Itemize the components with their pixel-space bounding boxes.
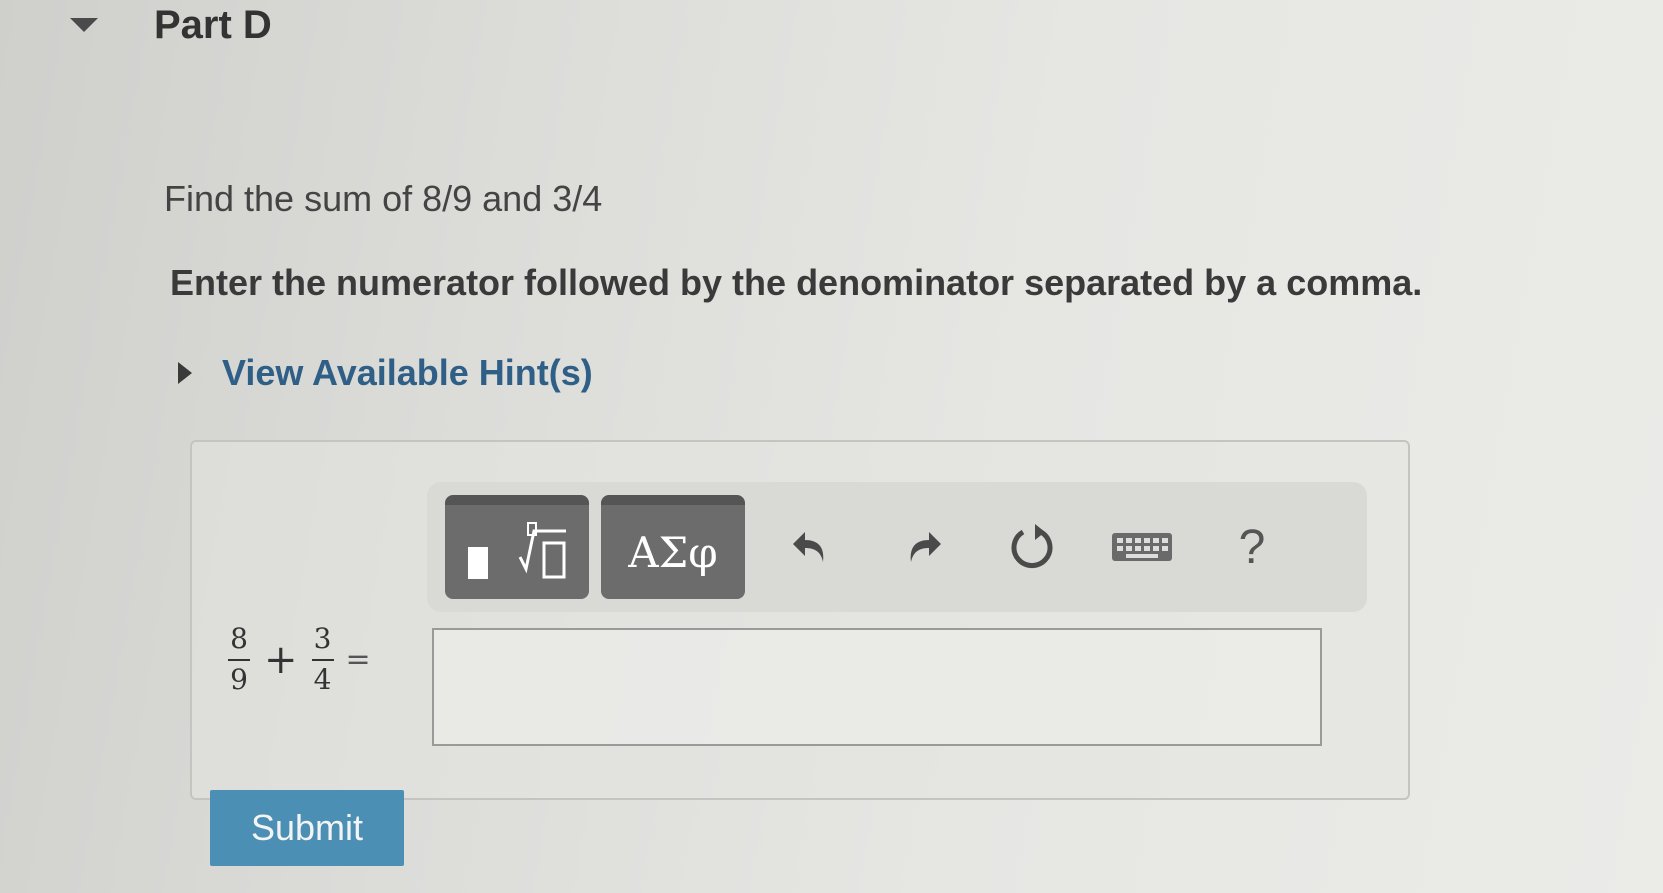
collapse-caret-icon[interactable] (70, 18, 98, 32)
answer-panel: ΑΣφ ? 8 9 + 3 4 = (190, 440, 1410, 800)
help-button[interactable]: ? (1197, 495, 1307, 599)
part-header[interactable]: Part D (70, 0, 272, 50)
hint-toggle[interactable]: View Available Hint(s) (178, 352, 593, 394)
fraction-bar (228, 658, 250, 661)
redo-icon (910, 532, 941, 562)
fraction-two-denominator: 4 (313, 662, 332, 696)
submit-button[interactable]: Submit (210, 790, 404, 866)
question-prompt: Find the sum of 8/9 and 3/4 (164, 178, 603, 219)
templates-button[interactable] (445, 495, 589, 599)
greek-symbols-button[interactable]: ΑΣφ (601, 495, 745, 599)
question-instruction: Enter the numerator followed by the deno… (170, 262, 1423, 303)
undo-button[interactable] (757, 495, 867, 599)
fraction-one-denominator: 9 (230, 662, 248, 696)
undo-icon (793, 532, 824, 562)
redo-button[interactable] (867, 495, 977, 599)
equation-expression: 8 9 + 3 4 = (228, 622, 371, 696)
reset-icon (1011, 524, 1053, 569)
fraction-one: 8 9 (228, 622, 250, 696)
equals-sign: = (345, 642, 371, 678)
hint-label: View Available Hint(s) (222, 352, 593, 393)
answer-input[interactable] (432, 628, 1322, 746)
greek-symbols-icon: ΑΣφ (628, 527, 718, 577)
keyboard-button[interactable] (1087, 495, 1197, 599)
math-toolbar: ΑΣφ ? (427, 482, 1367, 612)
expand-caret-icon (178, 362, 192, 384)
fraction-bar (311, 658, 334, 661)
keyboard-icon (1112, 533, 1172, 561)
fraction-two: 3 4 (311, 622, 334, 696)
reset-button[interactable] (977, 495, 1087, 599)
fraction-one-numerator: 8 (230, 622, 248, 655)
part-title: Part D (154, 2, 272, 47)
fraction-two-numerator: 3 (313, 622, 332, 655)
plus-operator: + (264, 636, 298, 683)
templates-icon (468, 522, 566, 579)
help-icon: ? (1238, 520, 1266, 574)
